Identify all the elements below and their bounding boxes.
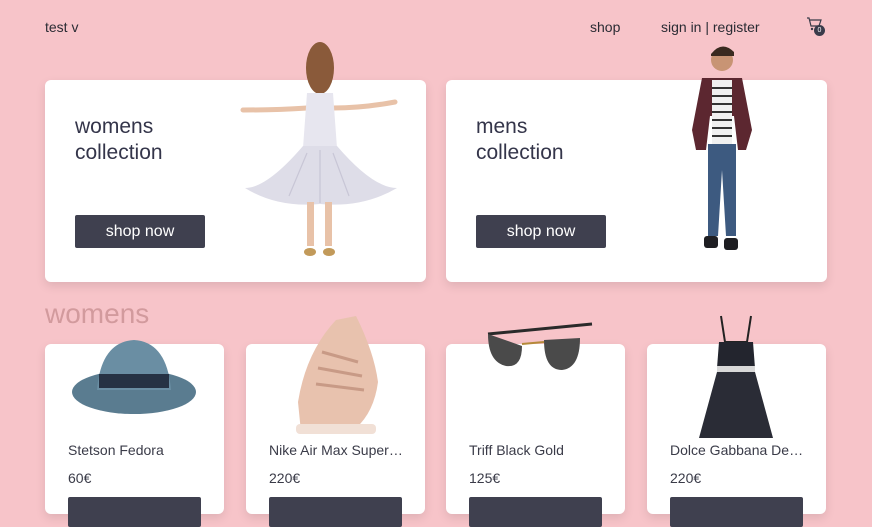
product-price: 60€ xyxy=(68,470,92,486)
product-name[interactable]: Stetson Fedora xyxy=(68,442,203,458)
hero-title: mens collection xyxy=(476,114,626,166)
brand-logo[interactable]: test v xyxy=(45,19,78,35)
womens-collection-card: womens collection shop now xyxy=(45,42,426,282)
mens-collection-card: mens collection shop now xyxy=(446,46,827,282)
woman-dress-image xyxy=(240,42,398,256)
cart-button[interactable]: 0 xyxy=(806,17,828,37)
product-card[interactable]: Dolce Gabbana De… 220€ xyxy=(647,315,826,527)
black-dress-image xyxy=(699,315,773,438)
sneaker-image xyxy=(296,316,378,434)
product-price: 220€ xyxy=(269,470,301,486)
nav-shop-link[interactable]: shop xyxy=(590,19,620,35)
hero-title-line2: collection xyxy=(476,141,564,164)
add-to-cart-button[interactable] xyxy=(68,497,201,527)
hero-title-line1: mens xyxy=(476,115,528,138)
product-price: 220€ xyxy=(670,470,702,486)
add-to-cart-button[interactable] xyxy=(469,497,602,527)
product-name[interactable]: Triff Black Gold xyxy=(469,442,604,458)
man-jacket-image xyxy=(692,46,752,250)
womens-shop-now-button[interactable]: shop now xyxy=(75,215,205,248)
product-price: 125€ xyxy=(469,470,501,486)
product-card[interactable]: Nike Air Max Super… 220€ xyxy=(246,316,425,527)
hero-title-line2: collection xyxy=(75,141,163,164)
mens-shop-now-button[interactable]: shop now xyxy=(476,215,606,248)
product-card[interactable]: Stetson Fedora 60€ xyxy=(45,340,224,527)
product-name[interactable]: Dolce Gabbana De… xyxy=(670,442,805,458)
product-name[interactable]: Nike Air Max Super… xyxy=(269,442,404,458)
add-to-cart-button[interactable] xyxy=(269,497,402,527)
hero-title: womens collection xyxy=(75,114,225,166)
sunglasses-image xyxy=(487,322,593,370)
nav-sign-in-register-link[interactable]: sign in | register xyxy=(661,19,760,35)
cart-count-badge: 0 xyxy=(814,25,825,36)
hero-title-line1: womens xyxy=(75,115,154,138)
add-to-cart-button[interactable] xyxy=(670,497,803,527)
fedora-hat-image xyxy=(72,340,196,414)
product-card[interactable]: Triff Black Gold 125€ xyxy=(446,322,625,527)
